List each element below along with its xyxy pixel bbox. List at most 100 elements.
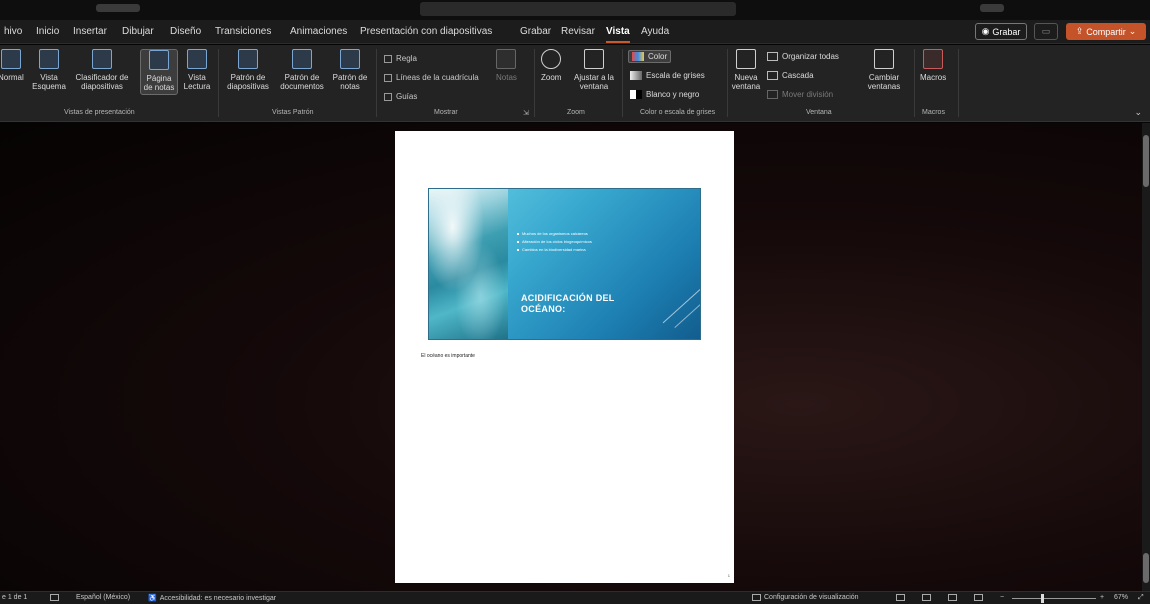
tab-file[interactable]: hivo (4, 26, 22, 37)
share-button[interactable]: ⇪ Compartir ⌄ (1066, 23, 1146, 40)
normal-view-icon (0, 49, 21, 69)
zoom-out-icon[interactable]: − (1000, 594, 1004, 601)
tab-review[interactable]: Revisar (561, 26, 595, 37)
new-window-icon (736, 49, 756, 69)
group-label-zoom: Zoom (567, 109, 585, 116)
slide-counter: e 1 de 1 (2, 594, 28, 601)
slide-thumbnail[interactable]: Muchos de los organismos calcáreos Alter… (428, 188, 701, 340)
notes-master-icon (340, 49, 360, 69)
group-label-color: Color o escala de grises (640, 109, 716, 116)
menu-bar: hivo Inicio Insertar Dibujar Diseño Tran… (0, 20, 1150, 44)
slide-sorter-status-icon[interactable] (922, 594, 934, 601)
zoom-slider-thumb[interactable] (1041, 594, 1044, 603)
slide-sorter-icon (92, 49, 112, 69)
record-dot-icon: ◉ (981, 26, 990, 36)
slide-master-icon (238, 49, 258, 69)
gridlines-checkbox[interactable]: Líneas de la cuadrícula (384, 73, 479, 82)
notes-page-button[interactable]: Página de notas (140, 49, 178, 95)
chevron-down-icon: ⌄ (1128, 26, 1137, 36)
language-indicator[interactable]: Español (México) (76, 594, 130, 601)
move-split-option[interactable]: Mover división (767, 90, 833, 99)
color-swatch-icon (632, 52, 644, 61)
comment-icon: ▭ (1041, 26, 1051, 36)
tab-draw[interactable]: Dibujar (122, 26, 154, 37)
record-button[interactable]: ◉ Grabar (975, 23, 1027, 40)
search-box[interactable] (420, 2, 736, 16)
fit-to-window-button[interactable]: Ajustar a la ventana (572, 49, 616, 91)
normal-view-status-icon[interactable] (896, 594, 908, 601)
slide-bullet: Muchos de los organismos calcáreos (517, 230, 592, 238)
ruler-checkbox[interactable]: Regla (384, 54, 417, 63)
switch-windows-icon (874, 49, 894, 69)
zoom-slider[interactable] (1012, 598, 1096, 599)
zoom-level[interactable]: 67% (1114, 594, 1128, 601)
color-option[interactable]: Color (628, 50, 672, 63)
cascade-option[interactable]: Cascada (767, 71, 814, 80)
slideshow-status-icon[interactable] (974, 594, 986, 601)
tab-transitions[interactable]: Transiciones (215, 26, 271, 37)
black-white-option[interactable]: Blanco y negro (630, 90, 699, 99)
tab-insert[interactable]: Insertar (73, 26, 107, 37)
scrollbar-thumb-lower[interactable] (1143, 553, 1149, 583)
accessibility-indicator[interactable]: ♿ Accesibilidad: es necesario investigar (148, 594, 276, 603)
normal-view-button[interactable]: Normal (0, 49, 24, 82)
zoom-button[interactable]: Zoom (541, 49, 561, 82)
user-avatar[interactable] (980, 4, 1004, 12)
macros-button[interactable]: Macros (920, 49, 946, 82)
guides-checkbox[interactable]: Guías (384, 92, 417, 101)
ribbon: Normal Vista Esquema Clasificador de dia… (0, 45, 1150, 122)
vertical-scrollbar[interactable] (1142, 123, 1150, 591)
comments-button[interactable]: ▭ (1034, 23, 1058, 40)
group-label-master-views: Vistas Patrón (272, 109, 314, 116)
fit-slide-icon[interactable]: ⤢ (1138, 594, 1144, 602)
tab-home[interactable]: Inicio (36, 26, 59, 37)
slide-bullet: Alteración de los ciclos biogeoquímicos (517, 238, 592, 246)
collapse-ribbon-icon[interactable]: ⌄ (1134, 107, 1142, 118)
tab-animations[interactable]: Animaciones (290, 26, 347, 37)
status-bar: e 1 de 1 Español (México) ♿ Accesibilida… (0, 591, 1150, 604)
slide-master-button[interactable]: Patrón de diapositivas (224, 49, 272, 91)
share-icon: ⇪ (1075, 26, 1084, 36)
grayscale-option[interactable]: Escala de grises (630, 71, 705, 80)
zoom-in-icon[interactable]: + (1100, 594, 1104, 601)
notes-text[interactable]: El océano es importante (421, 353, 475, 359)
reading-view-status-icon[interactable] (948, 594, 960, 601)
macros-icon (923, 49, 944, 69)
ocean-wave-image (429, 189, 508, 339)
notes-page-icon (149, 50, 169, 70)
arrange-all-option[interactable]: Organizar todas (767, 52, 839, 61)
spellcheck-icon[interactable] (50, 594, 62, 601)
handout-master-button[interactable]: Patrón de documentos (278, 49, 326, 91)
fit-window-icon (584, 49, 604, 69)
handout-master-icon (292, 49, 312, 69)
display-settings-button[interactable]: Configuración de visualización (752, 594, 859, 601)
notes-page[interactable]: Muchos de los organismos calcáreos Alter… (395, 131, 734, 583)
group-label-show: Mostrar (434, 109, 458, 116)
tab-help[interactable]: Ayuda (641, 26, 669, 37)
reading-view-button[interactable]: Vista Lectura (182, 49, 212, 91)
page-number: 1 (727, 573, 730, 578)
notes-master-button[interactable]: Patrón de notas (330, 49, 370, 91)
tab-record[interactable]: Grabar (520, 26, 551, 37)
decorative-line (662, 275, 700, 324)
tab-view[interactable]: Vista (606, 26, 630, 43)
notes-button[interactable]: Notas (496, 49, 517, 82)
group-label-macros: Macros (922, 109, 945, 116)
slide-sorter-button[interactable]: Clasificador de diapositivas (70, 49, 134, 91)
slide-bullet-list: Muchos de los organismos calcáreos Alter… (517, 230, 592, 254)
black-white-swatch-icon (630, 90, 642, 99)
cascade-icon (767, 71, 778, 80)
new-window-button[interactable]: Nueva ventana (730, 49, 762, 91)
show-dialog-launcher-icon[interactable]: ⇲ (523, 109, 529, 117)
outline-view-button[interactable]: Vista Esquema (32, 49, 66, 91)
grayscale-swatch-icon (630, 71, 642, 80)
notes-icon (496, 49, 517, 69)
scrollbar-thumb[interactable] (1143, 135, 1149, 187)
arrange-all-icon (767, 52, 778, 61)
reading-view-icon (187, 49, 207, 69)
group-label-window: Ventana (806, 109, 832, 116)
tab-design[interactable]: Diseño (170, 26, 201, 37)
tab-slideshow[interactable]: Presentación con diapositivas (360, 26, 492, 37)
title-bar-icon (96, 4, 140, 12)
switch-windows-button[interactable]: Cambiar ventanas (862, 49, 906, 91)
